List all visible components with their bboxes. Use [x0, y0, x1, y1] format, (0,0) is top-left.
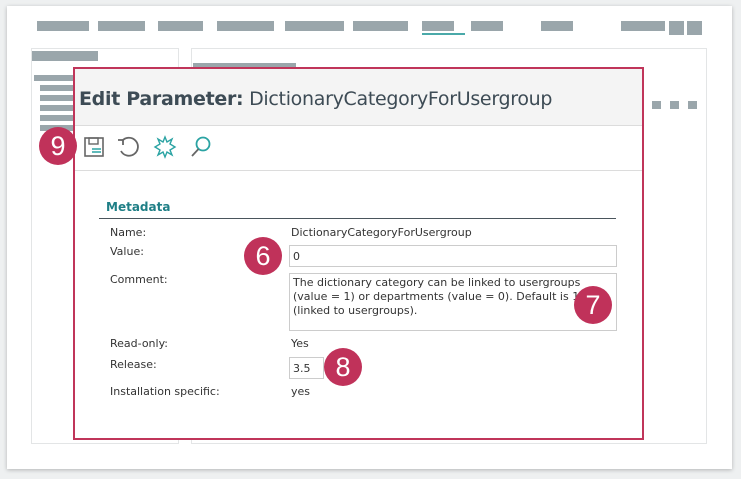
nav-item[interactable] [217, 21, 274, 31]
active-tab-indicator [422, 33, 465, 35]
value-input[interactable]: 0 [289, 245, 617, 267]
nav-item[interactable] [285, 21, 344, 31]
value-label: Value: [110, 245, 144, 258]
search-icon[interactable] [189, 135, 213, 159]
action-icon[interactable] [670, 101, 679, 109]
readonly-value: Yes [291, 337, 309, 350]
action-icon[interactable] [652, 101, 661, 109]
nav-item[interactable] [621, 21, 665, 31]
callout-badge-8: 8 [324, 348, 362, 386]
nav-item[interactable] [37, 21, 89, 31]
nav-item[interactable] [471, 21, 503, 31]
dialog-title: Edit Parameter: DictionaryCategoryForUse… [79, 88, 552, 110]
callout-badge-9: 9 [39, 127, 77, 165]
save-icon[interactable] [82, 135, 106, 159]
metadata-heading: Metadata [106, 200, 171, 214]
nav-item[interactable] [541, 21, 573, 31]
comment-textarea[interactable]: The dictionary category can be linked to… [289, 273, 617, 331]
section-divider [99, 218, 616, 219]
installation-specific-value: yes [291, 385, 311, 398]
callout-badge-7: 7 [574, 286, 612, 324]
nav-icon[interactable] [669, 21, 684, 35]
comment-label: Comment: [110, 273, 168, 286]
nav-icon[interactable] [687, 21, 702, 35]
name-value: DictionaryCategoryForUsergroup [291, 226, 472, 239]
callout-badge-6: 6 [244, 237, 282, 275]
undo-icon[interactable] [116, 135, 140, 159]
new-icon[interactable] [153, 135, 177, 159]
action-icon[interactable] [688, 101, 697, 109]
title-parameter-name: DictionaryCategoryForUsergroup [249, 88, 553, 110]
nav-item[interactable] [353, 21, 408, 31]
nav-item[interactable] [158, 21, 203, 31]
installation-specific-label: Installation specific: [110, 385, 220, 398]
title-prefix: Edit Parameter: [79, 88, 244, 110]
nav-item[interactable] [98, 21, 145, 31]
dialog-toolbar [75, 126, 642, 171]
release-input[interactable]: 3.5 [289, 357, 324, 379]
name-label: Name: [110, 226, 147, 239]
nav-item-active[interactable] [422, 21, 454, 31]
panel-heading [32, 51, 98, 61]
release-label: Release: [110, 358, 157, 371]
edit-parameter-dialog: Edit Parameter: DictionaryCategoryForUse… [73, 67, 644, 440]
readonly-label: Read-only: [110, 337, 168, 350]
dialog-header: Edit Parameter: DictionaryCategoryForUse… [75, 69, 642, 126]
